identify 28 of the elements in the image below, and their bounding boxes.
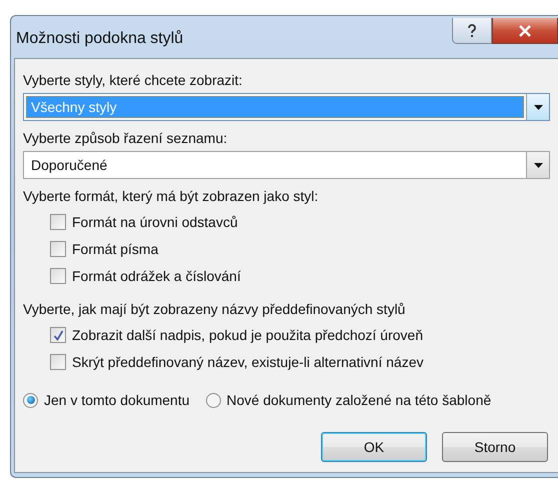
- caret-icon: [534, 104, 542, 110]
- dialog-button[interactable]: Storno: [442, 432, 548, 462]
- group-label: Vyberte, jak mají být zobrazeny názvy předdefinovaných stylů: [23, 300, 406, 318]
- dropdown[interactable]: Doporučené: [23, 151, 550, 179]
- dropdown-label: Vyberte styly, které chcete zobrazit:: [23, 71, 244, 89]
- help-icon: [467, 24, 477, 38]
- window-title: Možnosti podokna stylů: [16, 30, 184, 48]
- checkbox[interactable]: [50, 327, 66, 343]
- close-icon: [518, 24, 532, 36]
- checkbox[interactable]: [50, 241, 66, 257]
- help-button[interactable]: [452, 18, 492, 44]
- checkbox[interactable]: [50, 268, 66, 284]
- group-label: Vyberte formát, který má být zobrazen jako styl:: [23, 187, 320, 205]
- radio-label: Jen v tomto dokumentu: [44, 392, 190, 408]
- checkbox[interactable]: [50, 214, 66, 230]
- radio-button[interactable]: [206, 392, 221, 408]
- radio-button[interactable]: [23, 392, 38, 408]
- checkbox[interactable]: [50, 354, 66, 370]
- checkbox-label: Formát na úrovni odstavců: [72, 214, 238, 230]
- checkbox-label: Zobrazit další nadpis, pokud je použita předchozí úroveň: [72, 327, 423, 343]
- caret-icon: [534, 162, 542, 168]
- close-button[interactable]: [492, 18, 558, 44]
- dialog-button[interactable]: OK: [321, 432, 427, 462]
- checkbox-label: Skrýt předdefinovaný název, existuje-li alternativní název: [72, 354, 424, 370]
- radio-label: Nové dokumenty založené na této šabloně: [226, 392, 492, 408]
- checkbox-label: Formát písma: [72, 241, 158, 257]
- checkbox-label: Formát odrážek a číslování: [72, 268, 241, 284]
- dropdown-label: Vyberte způsob řazení seznamu:: [23, 129, 228, 147]
